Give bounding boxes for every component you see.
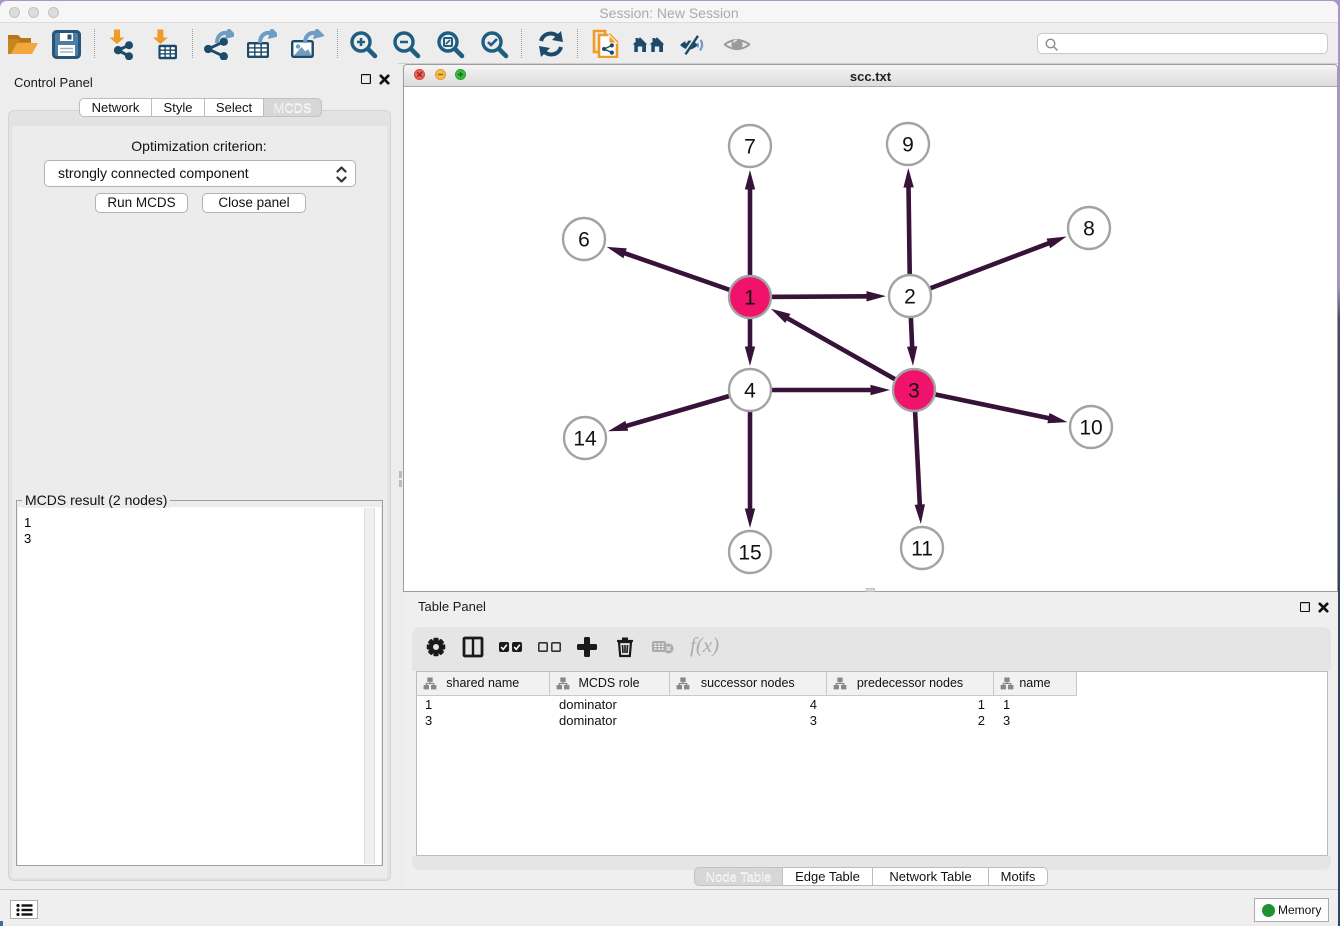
svg-text:1: 1	[744, 287, 756, 310]
svg-text:4: 4	[744, 380, 756, 403]
svg-text:11: 11	[911, 538, 933, 561]
svg-text:6: 6	[578, 229, 590, 252]
svg-text:9: 9	[902, 134, 914, 157]
svg-text:8: 8	[1083, 218, 1095, 241]
svg-text:14: 14	[573, 428, 597, 451]
svg-text:3: 3	[908, 380, 920, 403]
svg-text:2: 2	[904, 286, 916, 309]
svg-text:7: 7	[744, 136, 756, 159]
svg-text:10: 10	[1079, 417, 1102, 440]
svg-text:15: 15	[738, 542, 761, 565]
